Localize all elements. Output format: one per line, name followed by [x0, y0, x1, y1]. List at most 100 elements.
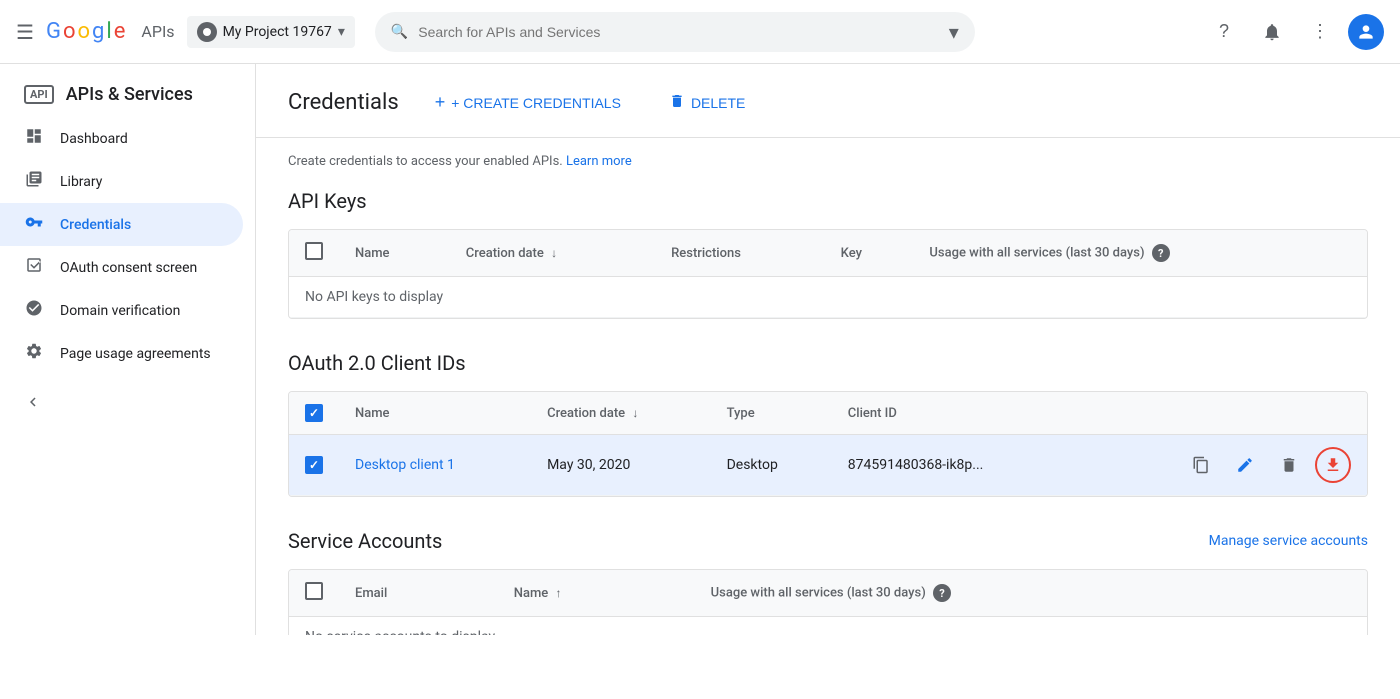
edit-button[interactable]	[1227, 447, 1263, 483]
api-badge: API	[24, 85, 54, 104]
project-dot-icon	[197, 22, 217, 42]
sa-usage-help-icon[interactable]: ?	[933, 584, 951, 602]
oauth-title: OAuth 2.0 Client IDs	[288, 351, 1368, 375]
sidebar-item-oauth[interactable]: OAuth consent screen	[0, 246, 243, 289]
page-usage-icon	[24, 342, 44, 365]
oauth-select-all-checkbox[interactable]	[305, 404, 323, 422]
sidebar-item-page-usage[interactable]: Page usage agreements	[0, 332, 243, 375]
avatar[interactable]	[1348, 14, 1384, 50]
service-accounts-table: Email Name ↑ Usage with all services (la…	[288, 569, 1368, 635]
oauth-row-actions	[1076, 435, 1367, 496]
hamburger-menu[interactable]: ☰	[16, 20, 34, 44]
service-accounts-header: Service Accounts Manage service accounts	[288, 529, 1368, 553]
manage-service-accounts-link[interactable]: Manage service accounts	[1209, 533, 1368, 549]
search-icon: 🔍	[391, 24, 408, 40]
sidebar-item-dashboard[interactable]: Dashboard	[0, 117, 243, 160]
learn-more-link[interactable]: Learn more	[566, 154, 632, 169]
oauth-client-id-header: Client ID	[832, 392, 1076, 435]
page-title: Credentials	[288, 90, 399, 115]
table-row: Desktop client 1 May 30, 2020 Desktop 87…	[289, 435, 1367, 496]
api-keys-creation-date-header[interactable]: Creation date ↓	[450, 230, 655, 277]
chevron-down-icon: ▾	[338, 24, 345, 40]
plus-icon: +	[435, 92, 446, 113]
sa-select-all-checkbox[interactable]	[305, 582, 323, 600]
delete-row-button[interactable]	[1271, 447, 1307, 483]
api-keys-empty-row: No API keys to display	[289, 277, 1367, 318]
topbar-right: ? ⋮	[1204, 12, 1384, 52]
service-accounts-header-row: Email Name ↑ Usage with all services (la…	[289, 570, 1367, 617]
main-layout: API APIs & Services Dashboard Library Cr…	[0, 64, 1400, 635]
search-bar: 🔍 ▾	[375, 12, 975, 52]
api-keys-select-all-checkbox[interactable]	[305, 242, 323, 260]
dashboard-icon	[24, 127, 44, 150]
row-actions-container	[1092, 447, 1351, 483]
copy-button[interactable]	[1183, 447, 1219, 483]
oauth-row-checkbox-cell	[289, 435, 339, 496]
topbar: ☰ Google APIs My Project 19767 ▾ 🔍 ▾ ? ⋮	[0, 0, 1400, 64]
api-keys-usage-header: Usage with all services (last 30 days) ?	[913, 230, 1367, 277]
api-keys-title: API Keys	[288, 189, 1368, 213]
library-icon	[24, 170, 44, 193]
sidebar-item-domain[interactable]: Domain verification	[0, 289, 243, 332]
project-name: My Project 19767	[223, 24, 332, 40]
page-header: Credentials + + CREATE CREDENTIALS DELET…	[256, 64, 1400, 138]
sidebar-item-label: Library	[60, 174, 102, 190]
api-keys-restrictions-header: Restrictions	[655, 230, 825, 277]
content-area: Create credentials to access your enable…	[256, 138, 1400, 635]
learn-more-text: Create credentials to access your enable…	[288, 154, 1368, 169]
api-keys-key-header: Key	[825, 230, 914, 277]
create-credentials-button[interactable]: + + CREATE CREDENTIALS	[423, 84, 633, 121]
oauth-row-type: Desktop	[711, 435, 832, 496]
oauth-checkbox-header	[289, 392, 339, 435]
sidebar-item-library[interactable]: Library	[0, 160, 243, 203]
sidebar: API APIs & Services Dashboard Library Cr…	[0, 64, 256, 635]
credentials-icon	[24, 213, 44, 236]
sidebar-item-credentials[interactable]: Credentials	[0, 203, 243, 246]
sort-desc-icon: ↓	[632, 406, 638, 420]
oauth-row-name: Desktop client 1	[339, 435, 531, 496]
api-keys-header-row: Name Creation date ↓ Restrictions Key	[289, 230, 1367, 277]
more-options-button[interactable]: ⋮	[1300, 12, 1340, 52]
product-name: APIs	[141, 22, 174, 41]
sidebar-item-label: Page usage agreements	[60, 346, 211, 362]
oauth-row-client-id: 874591480368-ik8p...	[832, 435, 1076, 496]
download-button[interactable]	[1315, 447, 1351, 483]
api-keys-name-header: Name	[339, 230, 450, 277]
sidebar-item-label: Domain verification	[60, 303, 180, 319]
service-accounts-title: Service Accounts	[288, 529, 442, 553]
main-content: Credentials + + CREATE CREDENTIALS DELET…	[256, 64, 1400, 635]
api-keys-table: Name Creation date ↓ Restrictions Key	[288, 229, 1368, 319]
sidebar-item-label: Dashboard	[60, 131, 128, 147]
oauth-name-header: Name	[339, 392, 531, 435]
delete-btn-icon	[669, 93, 685, 112]
delete-button[interactable]: DELETE	[657, 85, 757, 120]
api-keys-checkbox-header	[289, 230, 339, 277]
sa-name-header[interactable]: Name ↑	[498, 570, 695, 617]
sidebar-title: APIs & Services	[66, 84, 193, 105]
desktop-client-link[interactable]: Desktop client 1	[355, 457, 455, 473]
notification-button[interactable]	[1252, 12, 1292, 52]
sidebar-header: API APIs & Services	[0, 72, 255, 117]
sa-usage-header: Usage with all services (last 30 days) ?	[695, 570, 1367, 617]
search-dropdown-icon[interactable]: ▾	[949, 20, 959, 44]
oauth-creation-date-header[interactable]: Creation date ↓	[531, 392, 711, 435]
sa-email-header: Email	[339, 570, 498, 617]
sa-checkbox-header	[289, 570, 339, 617]
oauth-row-date: May 30, 2020	[531, 435, 711, 496]
sa-empty-row: No service accounts to display	[289, 617, 1367, 636]
domain-icon	[24, 299, 44, 322]
help-button[interactable]: ?	[1204, 12, 1244, 52]
oauth-header-row: Name Creation date ↓ Type Client ID	[289, 392, 1367, 435]
project-selector[interactable]: My Project 19767 ▾	[187, 16, 355, 48]
oauth-type-header: Type	[711, 392, 832, 435]
google-logo: Google	[46, 19, 125, 44]
oauth-row-checkbox[interactable]	[305, 456, 323, 474]
sidebar-collapse-button[interactable]	[0, 383, 255, 421]
api-keys-usage-help-icon[interactable]: ?	[1152, 244, 1170, 262]
search-input[interactable]	[418, 24, 949, 40]
oauth-table: Name Creation date ↓ Type Client ID	[288, 391, 1368, 497]
sort-desc-icon: ↓	[551, 246, 557, 260]
oauth-actions-header	[1076, 392, 1367, 435]
oauth-icon	[24, 256, 44, 279]
sort-asc-icon: ↑	[556, 586, 562, 600]
